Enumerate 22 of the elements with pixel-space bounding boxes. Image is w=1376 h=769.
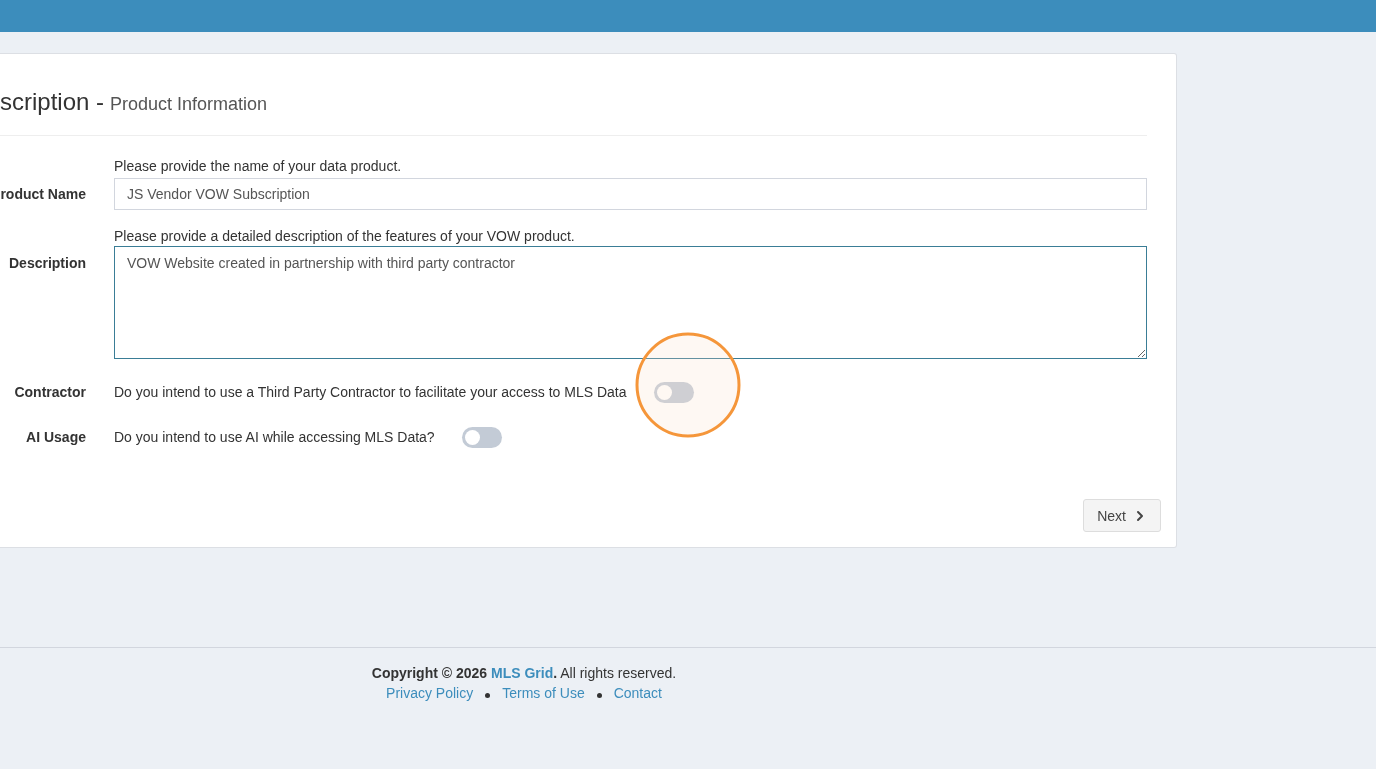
next-button[interactable]: Next [1083,499,1161,532]
footer-link[interactable]: Terms of Use [502,683,585,703]
toggle-switch[interactable] [461,426,502,448]
page-title: scription - [0,88,105,115]
page-subtitle: Product Information [110,94,268,114]
toggle-switch[interactable] [653,381,694,403]
help-text: Please provide a detailed description of the features of your VOW product. [114,227,575,245]
question-text: Do you intend to use a Third Party Contractor to facilitate your access to MLS Data [114,383,627,401]
field-label: AI Usage [26,428,86,447]
copyright-text: Copyright © 2026 MLS Grid. All rights reserved. [371,664,677,683]
textarea-field[interactable]: VOW Website created in partnership with third party contractor [114,246,1147,359]
help-text: Please provide the name of your data product. [114,157,402,175]
field-label: Contractor [14,383,86,402]
brand-link[interactable]: MLS Grid [491,665,554,681]
footer-link[interactable]: Privacy Policy [386,683,474,703]
field-label: Description [9,254,86,272]
bullet-icon [596,692,602,698]
field-label: roduct Name [0,185,86,203]
question-text: Do you intend to use AI while accessing MLS Data? [114,428,435,446]
footer-link[interactable]: Contact [613,683,662,703]
text-input-field[interactable]: JS Vendor VOW Subscription [114,178,1147,210]
bullet-icon [485,692,491,698]
